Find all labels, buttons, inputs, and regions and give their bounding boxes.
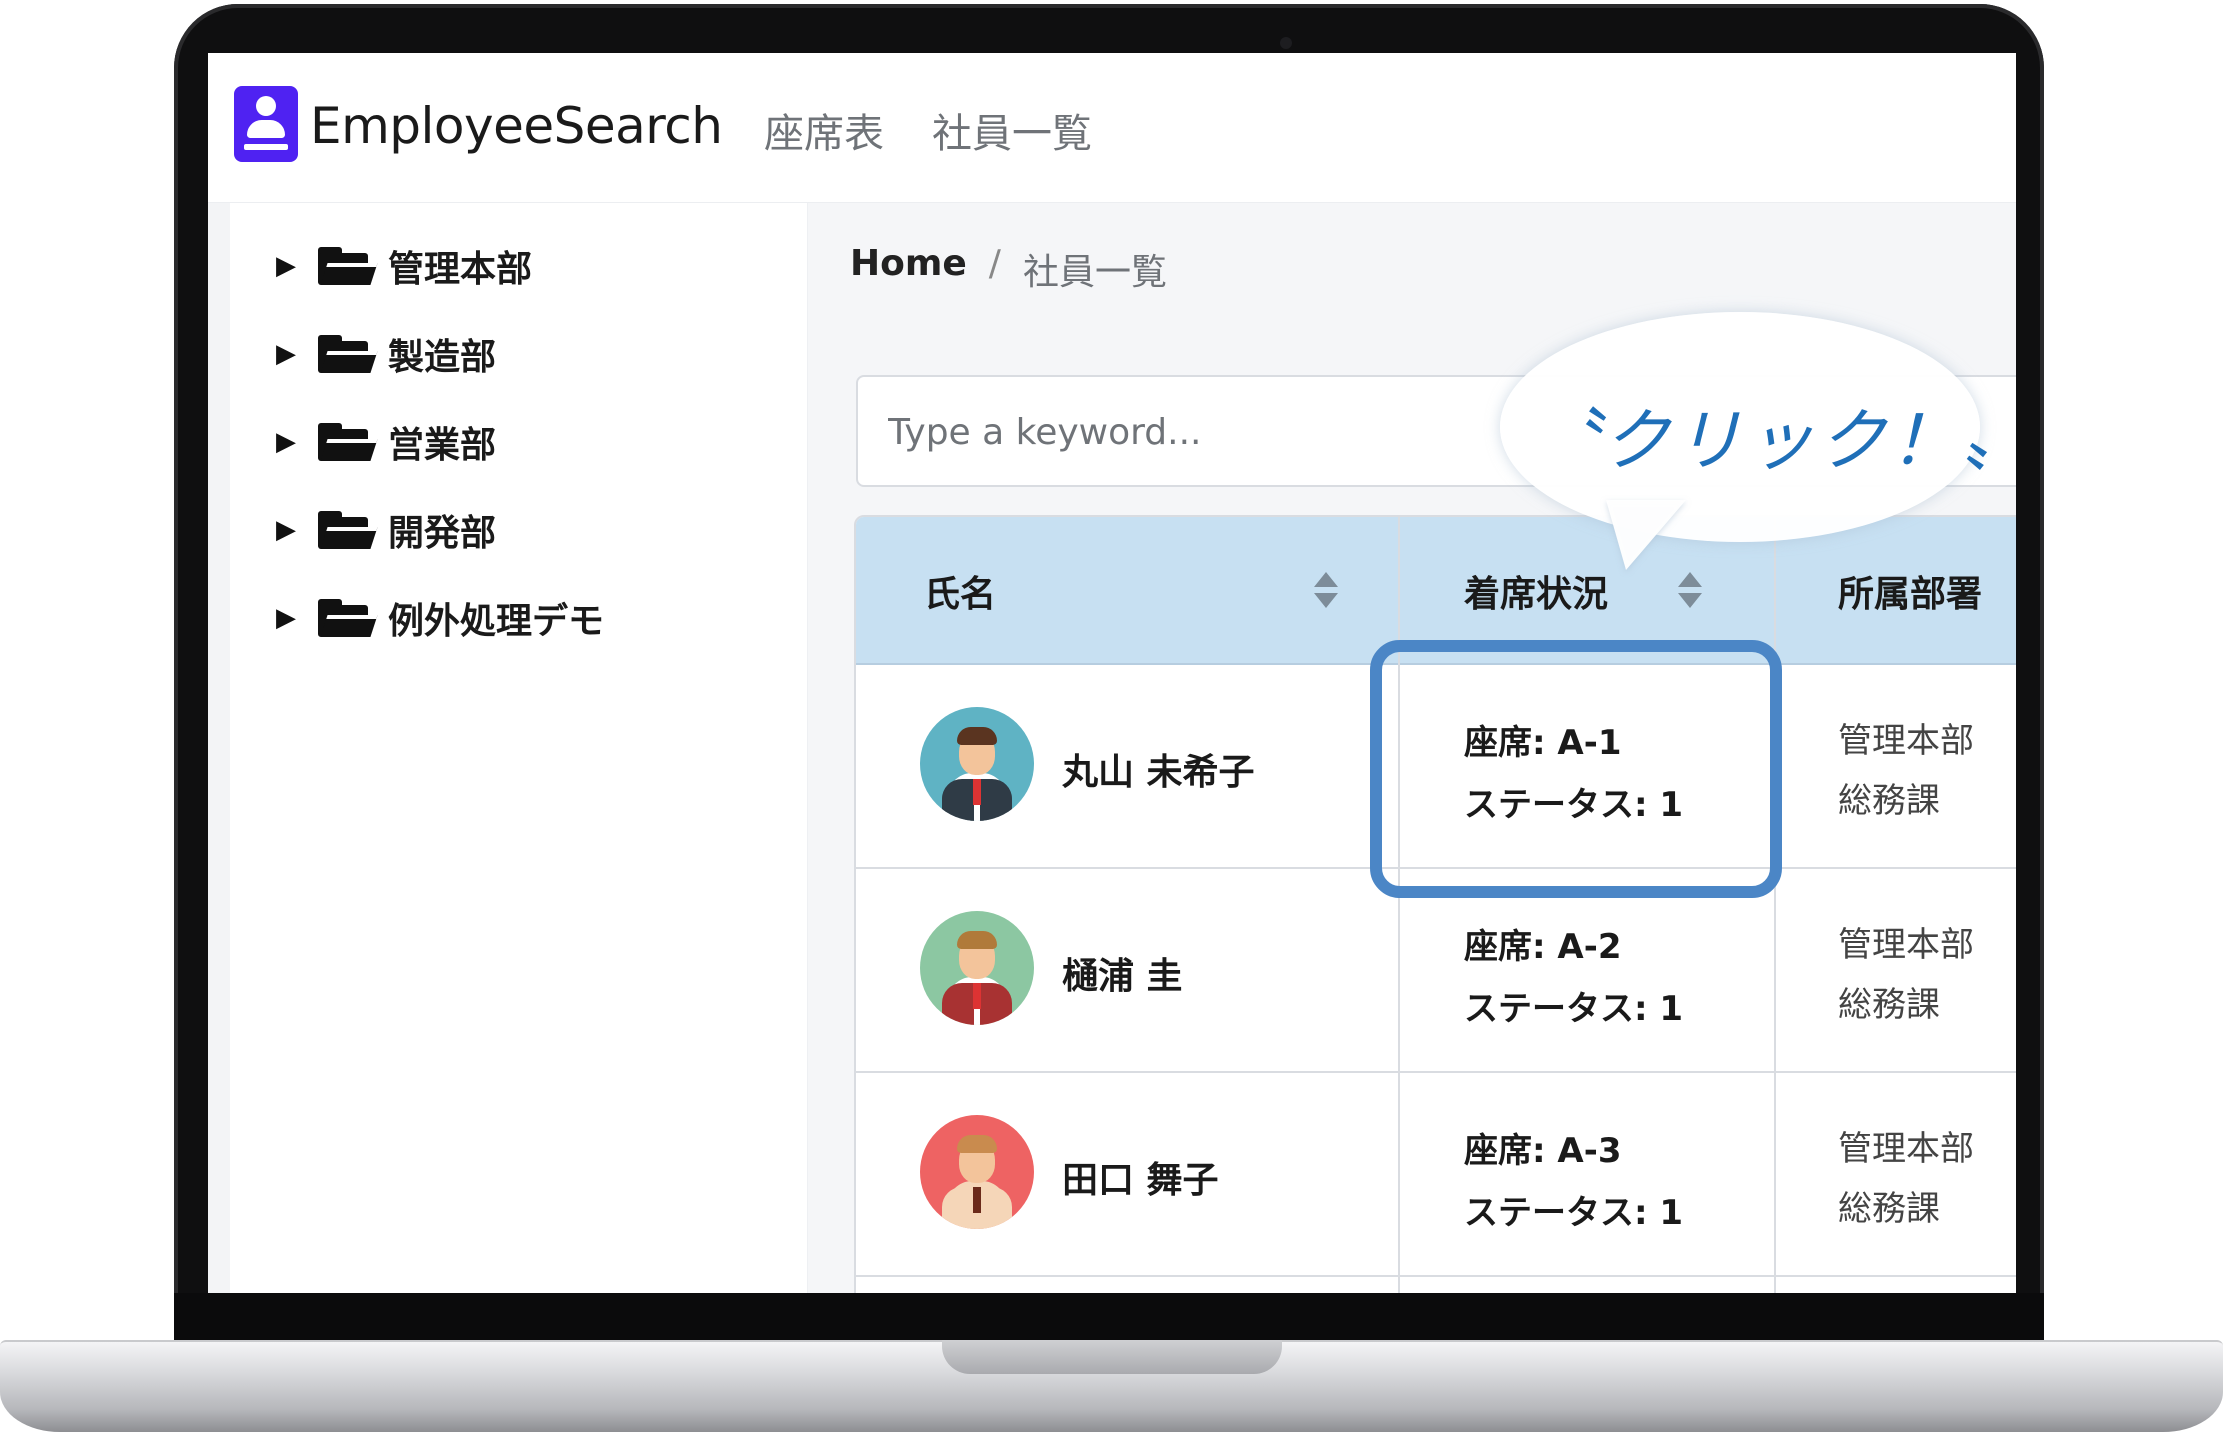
brand-name[interactable]: EmployeeSearch	[310, 97, 723, 155]
sidebar-item-label: 管理本部	[388, 249, 533, 290]
table-row[interactable]: 田口 舞子 座席: A-3 ステータス: 1 管理本部 総務課	[856, 1073, 2016, 1277]
folder-open-icon	[318, 511, 378, 549]
sidebar: ▶ 管理本部 ▶ 製造部 ▶ 営業部 ▶ 開発部 ▶ 例外処理デモ	[230, 203, 808, 1293]
sidebar-item-seizo[interactable]: ▶ 製造部	[276, 329, 496, 379]
sidebar-item-label: 営業部	[388, 425, 497, 466]
caret-right-icon[interactable]: ▶	[276, 339, 304, 369]
employee-name: 樋浦 圭	[1062, 956, 1183, 997]
nav-link-seat-map[interactable]: 座席表	[764, 101, 884, 159]
callout-tail	[1606, 500, 1686, 570]
table-row[interactable]: 樋浦 圭 座席: A-2 ステータス: 1 管理本部 総務課	[856, 869, 2016, 1073]
sort-icon[interactable]	[1678, 572, 1702, 612]
avatar	[920, 707, 1034, 821]
caret-right-icon[interactable]: ▶	[276, 251, 304, 281]
employee-name: 丸山 未希子	[1062, 752, 1255, 793]
column-header-department: 所属部署	[1838, 574, 1983, 615]
employee-table: 氏名 着席状況 所属部署 丸山 未希子 座席: A-1 ステータス: 1 管理本…	[854, 515, 2016, 1293]
department-label: 管理本部	[1838, 721, 1974, 761]
department-label: 管理本部	[1838, 1129, 1974, 1169]
search-input[interactable]	[888, 407, 1488, 457]
caret-right-icon[interactable]: ▶	[276, 427, 304, 457]
status-label[interactable]: ステータス: 1	[1464, 1185, 1683, 1234]
breadcrumb: Home / 社員一覧	[850, 243, 1167, 295]
sidebar-edge	[208, 203, 230, 1293]
callout-text: 〝クリック！〟	[1530, 402, 2035, 481]
avatar	[920, 1115, 1034, 1229]
nav-link-employee-list[interactable]: 社員一覧	[932, 101, 1092, 159]
user-badge-icon[interactable]	[234, 86, 298, 162]
caret-right-icon[interactable]: ▶	[276, 603, 304, 633]
breadcrumb-separator: /	[988, 243, 1001, 284]
breadcrumb-home[interactable]: Home	[850, 243, 967, 295]
status-label[interactable]: ステータス: 1	[1464, 981, 1683, 1030]
section-label: 総務課	[1838, 781, 1940, 821]
section-label: 総務課	[1838, 1189, 1940, 1229]
folder-open-icon	[318, 423, 378, 461]
folder-open-icon	[318, 247, 378, 285]
sidebar-item-eigyo[interactable]: ▶ 営業部	[276, 417, 496, 467]
laptop-notch	[942, 1340, 1282, 1374]
breadcrumb-current: 社員一覧	[1022, 252, 1167, 293]
avatar	[920, 911, 1034, 1025]
sidebar-item-kanri[interactable]: ▶ 管理本部	[276, 241, 532, 291]
employee-name: 田口 舞子	[1062, 1160, 1219, 1201]
seat-label[interactable]: 座席: A-3	[1464, 1123, 1622, 1172]
click-highlight	[1370, 640, 1782, 898]
department-label: 管理本部	[1838, 925, 1974, 965]
sidebar-item-label: 製造部	[388, 337, 497, 378]
sidebar-item-reigai-demo[interactable]: ▶ 例外処理デモ	[276, 593, 604, 643]
sort-icon[interactable]	[1314, 572, 1338, 612]
section-label: 総務課	[1838, 985, 1940, 1025]
sidebar-item-kaihatsu[interactable]: ▶ 開発部	[276, 505, 496, 555]
laptop-bezel	[174, 1293, 2044, 1343]
sidebar-item-label: 開発部	[388, 513, 497, 554]
folder-open-icon	[318, 599, 378, 637]
column-header-name[interactable]: 氏名	[924, 517, 996, 665]
folder-open-icon	[318, 335, 378, 373]
sidebar-item-label: 例外処理デモ	[388, 601, 605, 642]
seat-label[interactable]: 座席: A-2	[1464, 919, 1622, 968]
camera-icon	[1280, 37, 1292, 49]
caret-right-icon[interactable]: ▶	[276, 515, 304, 545]
top-navbar: EmployeeSearch 座席表 社員一覧	[208, 53, 2016, 203]
